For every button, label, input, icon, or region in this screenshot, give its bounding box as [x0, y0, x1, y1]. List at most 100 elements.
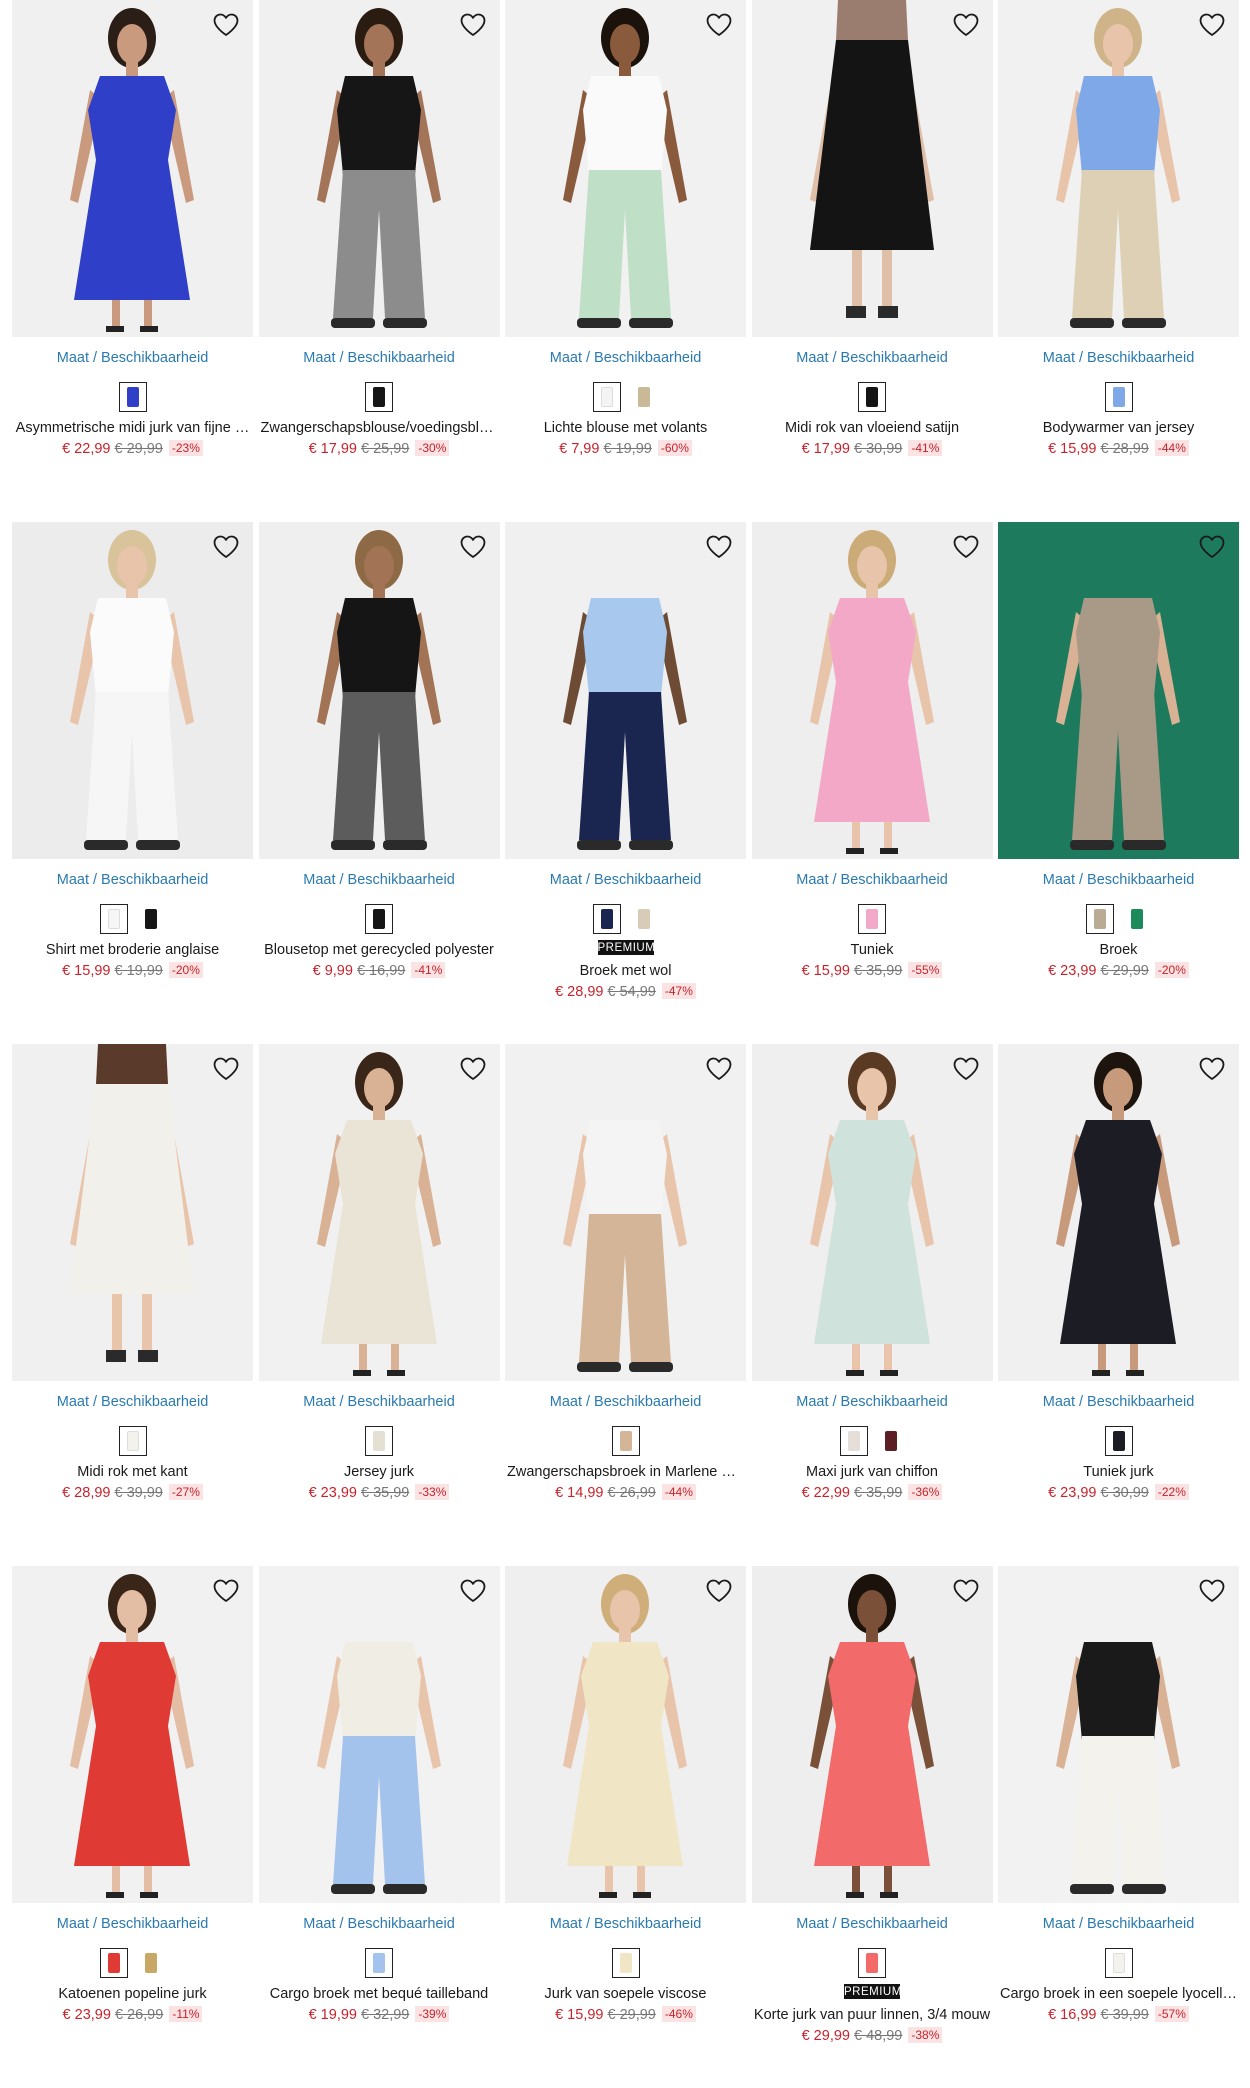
product-image[interactable] [751, 1566, 993, 1903]
color-swatch[interactable] [630, 382, 658, 412]
size-availability-link[interactable]: Maat / Beschikbaarheid [998, 1916, 1239, 1932]
product-name[interactable]: Cargo broek in een soepele lyocell… [998, 1986, 1239, 2002]
product-card[interactable]: Maat / Beschikbaarheid Midi rok van vloei… [751, 0, 993, 522]
product-card[interactable]: Maat / Beschikbaarheid Tuniek jurk € 23,99… [998, 1044, 1239, 1566]
wishlist-heart-icon[interactable] [209, 1574, 243, 1608]
product-image[interactable] [998, 522, 1239, 859]
color-swatch[interactable] [137, 1948, 165, 1978]
product-image[interactable] [751, 522, 993, 859]
size-availability-link[interactable]: Maat / Beschikbaarheid [752, 1916, 993, 1932]
product-name[interactable]: Maxi jurk van chiffon [752, 1464, 993, 1480]
color-swatch[interactable] [611, 1426, 640, 1456]
product-card[interactable]: Maat / Beschikbaarheid Cargo broek in een… [998, 1566, 1239, 2088]
size-availability-link[interactable]: Maat / Beschikbaarheid [505, 872, 746, 888]
wishlist-heart-icon[interactable] [209, 530, 243, 564]
size-availability-link[interactable]: Maat / Beschikbaarheid [505, 1916, 746, 1932]
size-availability-link[interactable]: Maat / Beschikbaarheid [259, 350, 500, 366]
product-card[interactable]: Maat / Beschikbaarheid Midi rok met kant €… [12, 1044, 253, 1566]
color-swatch[interactable] [365, 382, 393, 412]
product-card[interactable]: Maat / Beschikbaarheid Zwangerschapsblous… [258, 0, 500, 522]
wishlist-heart-icon[interactable] [949, 530, 983, 564]
size-availability-link[interactable]: Maat / Beschikbaarheid [752, 872, 993, 888]
product-name[interactable]: Lichte blouse met volants [505, 420, 746, 436]
size-availability-link[interactable]: Maat / Beschikbaarheid [259, 1394, 500, 1410]
color-swatch[interactable] [118, 1426, 147, 1456]
color-swatch[interactable] [1104, 1948, 1133, 1978]
color-swatch[interactable] [611, 1948, 640, 1978]
color-swatch[interactable] [858, 1948, 886, 1978]
product-name[interactable]: Zwangerschapsblouse/voedingsblo… [259, 420, 500, 436]
product-image[interactable] [751, 0, 993, 337]
size-availability-link[interactable]: Maat / Beschikbaarheid [998, 350, 1239, 366]
product-name[interactable]: Blousetop met gerecycled polyester [259, 942, 500, 958]
color-swatch[interactable] [858, 382, 886, 412]
product-image[interactable] [258, 1044, 500, 1381]
color-swatch[interactable] [365, 904, 393, 934]
product-name[interactable]: Jurk van soepele viscose [505, 1986, 746, 2002]
product-image[interactable] [12, 522, 253, 859]
size-availability-link[interactable]: Maat / Beschikbaarheid [752, 350, 993, 366]
wishlist-heart-icon[interactable] [949, 1052, 983, 1086]
wishlist-heart-icon[interactable] [702, 530, 736, 564]
product-name[interactable]: Cargo broek met bequé tailleband [259, 1986, 500, 2002]
product-name[interactable]: Tuniek jurk [998, 1464, 1239, 1480]
product-name[interactable]: Shirt met broderie anglaise [12, 942, 253, 958]
color-swatch[interactable] [1104, 1426, 1133, 1456]
product-card[interactable]: Maat / Beschikbaarheid Jurk van soepele v… [505, 1566, 746, 2088]
product-card[interactable]: Maat / Beschikbaarheid Broek € 23,99 € 29,9… [998, 522, 1239, 1044]
color-swatch[interactable] [877, 1426, 905, 1456]
wishlist-heart-icon[interactable] [456, 1052, 490, 1086]
size-availability-link[interactable]: Maat / Beschikbaarheid [12, 1916, 253, 1932]
color-swatch[interactable] [100, 1948, 128, 1978]
product-card[interactable]: Maat / Beschikbaarheid Bodywarmer van jer… [998, 0, 1239, 522]
size-availability-link[interactable]: Maat / Beschikbaarheid [12, 872, 253, 888]
product-name[interactable]: Broek met wol [505, 963, 746, 979]
product-name[interactable]: Bodywarmer van jersey [998, 420, 1239, 436]
product-card[interactable]: Maat / Beschikbaarheid Zwangerschapsbroek… [505, 1044, 746, 1566]
color-swatch[interactable] [137, 904, 165, 934]
product-image[interactable] [258, 0, 500, 337]
product-card[interactable]: Maat / Beschikbaarheid Shirt met broderie… [12, 522, 253, 1044]
color-swatch[interactable] [1123, 904, 1151, 934]
wishlist-heart-icon[interactable] [456, 1574, 490, 1608]
product-card[interactable]: Maat / Beschikbaarheid Maxi jurk van chif… [751, 1044, 993, 1566]
color-swatch[interactable] [1104, 382, 1133, 412]
color-swatch[interactable] [100, 904, 128, 934]
product-image[interactable] [998, 1044, 1239, 1381]
product-card[interactable]: Maat / Beschikbaarheid PREMIUM Korte jurk … [751, 1566, 993, 2088]
product-name[interactable]: Zwangerschapsbroek in Marlene Di… [505, 1464, 746, 1480]
product-name[interactable]: Asymmetrische midi jurk van fijne … [12, 420, 253, 436]
color-swatch[interactable] [839, 1426, 868, 1456]
color-swatch[interactable] [593, 382, 621, 412]
wishlist-heart-icon[interactable] [456, 8, 490, 42]
product-card[interactable]: Maat / Beschikbaarheid Blousetop met gere… [258, 522, 500, 1044]
product-image[interactable] [258, 522, 500, 859]
size-availability-link[interactable]: Maat / Beschikbaarheid [998, 1394, 1239, 1410]
product-name[interactable]: Tuniek [752, 942, 993, 958]
product-image[interactable] [505, 1044, 746, 1381]
product-card[interactable]: Maat / Beschikbaarheid PREMIUM Broek met w… [505, 522, 746, 1044]
product-image[interactable] [258, 1566, 500, 1903]
size-availability-link[interactable]: Maat / Beschikbaarheid [505, 350, 746, 366]
product-card[interactable]: Maat / Beschikbaarheid Lichte blouse met … [505, 0, 746, 522]
color-swatch[interactable] [593, 904, 621, 934]
product-image[interactable] [12, 0, 253, 337]
size-availability-link[interactable]: Maat / Beschikbaarheid [12, 1394, 253, 1410]
product-image[interactable] [12, 1566, 253, 1903]
color-swatch[interactable] [365, 1948, 393, 1978]
product-card[interactable]: Maat / Beschikbaarheid Katoenen popeline … [12, 1566, 253, 2088]
product-name[interactable]: Katoenen popeline jurk [12, 1986, 253, 2002]
product-card[interactable]: Maat / Beschikbaarheid Asymmetrische midi… [12, 0, 253, 522]
color-swatch[interactable] [630, 904, 658, 934]
product-image[interactable] [505, 1566, 746, 1903]
product-name[interactable]: Jersey jurk [259, 1464, 500, 1480]
wishlist-heart-icon[interactable] [702, 8, 736, 42]
wishlist-heart-icon[interactable] [1195, 1574, 1229, 1608]
wishlist-heart-icon[interactable] [1195, 8, 1229, 42]
size-availability-link[interactable]: Maat / Beschikbaarheid [998, 872, 1239, 888]
product-card[interactable]: Maat / Beschikbaarheid Jersey jurk € 23,99… [258, 1044, 500, 1566]
product-image[interactable] [998, 0, 1239, 337]
size-availability-link[interactable]: Maat / Beschikbaarheid [12, 350, 253, 366]
wishlist-heart-icon[interactable] [456, 530, 490, 564]
wishlist-heart-icon[interactable] [702, 1574, 736, 1608]
